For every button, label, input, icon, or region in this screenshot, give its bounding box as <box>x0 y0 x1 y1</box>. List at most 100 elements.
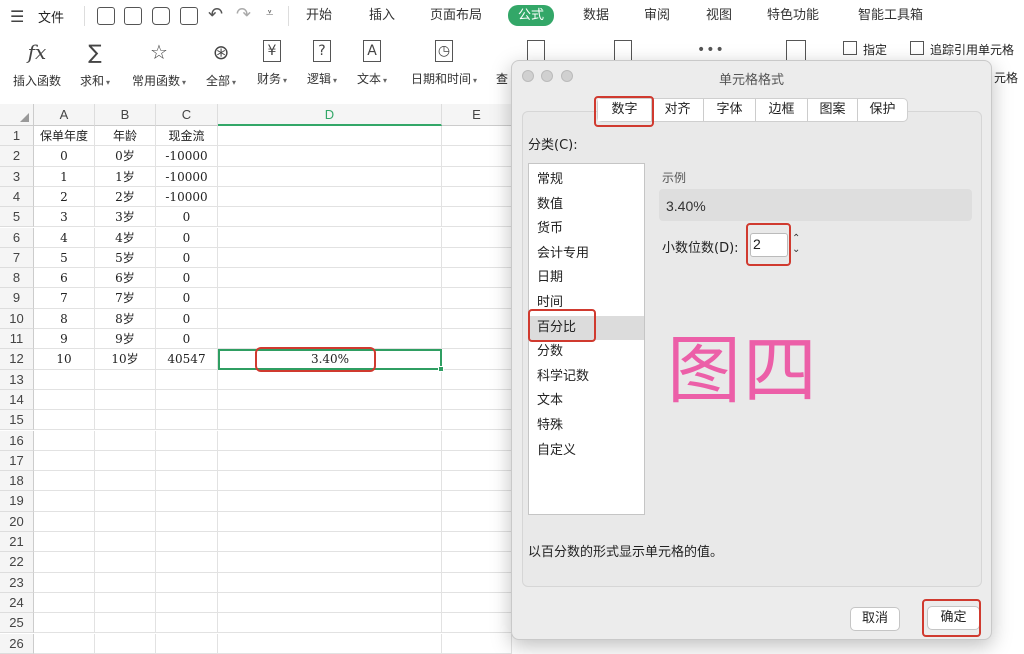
cell-d3[interactable] <box>218 166 442 187</box>
cell-e25[interactable] <box>442 613 512 634</box>
row-header-21[interactable]: 21 <box>0 532 34 553</box>
menu-file[interactable]: 文件 <box>38 7 64 26</box>
cell-a23[interactable] <box>34 572 95 593</box>
name-manager-icon[interactable] <box>786 40 806 62</box>
tab-special-features[interactable]: 特色功能 <box>767 6 819 26</box>
save-icon[interactable] <box>97 7 115 25</box>
category-number[interactable]: 数值 <box>535 193 643 218</box>
category-currency[interactable]: 货币 <box>535 217 643 242</box>
tab-font[interactable]: 字体 <box>704 99 756 121</box>
tab-formulas[interactable]: 公式 <box>508 5 555 26</box>
cell-b22[interactable] <box>95 552 156 573</box>
row-header-19[interactable]: 19 <box>0 491 34 512</box>
cell-a12[interactable]: 10 <box>34 349 95 370</box>
select-all-corner[interactable] <box>0 104 34 126</box>
cell-b4[interactable]: 2岁 <box>95 186 156 208</box>
cell-c26[interactable] <box>156 633 218 654</box>
cell-e16[interactable] <box>442 430 512 451</box>
export-icon[interactable] <box>124 7 142 25</box>
row-header-12[interactable]: 12 <box>0 349 34 370</box>
cell-a26[interactable] <box>34 633 95 654</box>
redo-icon[interactable]: ↷ <box>236 4 251 25</box>
tab-home[interactable]: 开始 <box>306 6 332 26</box>
cell-c14[interactable] <box>156 389 218 411</box>
cell-c12[interactable]: 40547 <box>156 349 218 370</box>
cell-c2[interactable]: -10000 <box>156 146 218 167</box>
cell-e3[interactable] <box>442 166 512 187</box>
cell-b10[interactable]: 8岁 <box>95 308 156 329</box>
cell-b7[interactable]: 5岁 <box>95 247 156 269</box>
cell-a2[interactable]: 0 <box>34 146 95 167</box>
cell-d6[interactable] <box>218 227 442 248</box>
cell-c9[interactable]: 0 <box>156 288 218 309</box>
date-time-button[interactable]: ◷ 日期和时间 ▾ <box>404 40 484 87</box>
cell-a18[interactable] <box>34 471 95 492</box>
cell-e7[interactable] <box>442 247 512 269</box>
print-icon[interactable] <box>152 7 170 25</box>
row-header-7[interactable]: 7 <box>0 247 34 269</box>
cell-d5[interactable] <box>218 207 442 228</box>
cell-a16[interactable] <box>34 430 95 451</box>
cell-e6[interactable] <box>442 227 512 248</box>
cell-d17[interactable] <box>218 450 442 472</box>
cell-b15[interactable] <box>95 410 156 431</box>
cell-a13[interactable] <box>34 369 95 390</box>
cell-a7[interactable]: 5 <box>34 247 95 269</box>
cell-b1[interactable]: 年龄 <box>95 126 156 147</box>
undo-icon[interactable]: ↶ <box>208 4 223 25</box>
cell-d9[interactable] <box>218 288 442 309</box>
cell-d22[interactable] <box>218 552 442 573</box>
cell-a6[interactable]: 4 <box>34 227 95 248</box>
cell-a8[interactable]: 6 <box>34 268 95 289</box>
cell-a1[interactable]: 保单年度 <box>34 126 95 147</box>
row-header-25[interactable]: 25 <box>0 613 34 634</box>
cell-e9[interactable] <box>442 288 512 309</box>
customize-icon[interactable]: ⩡ <box>266 6 273 21</box>
category-text[interactable]: 文本 <box>535 389 643 414</box>
cell-a19[interactable] <box>34 491 95 512</box>
cell-a17[interactable] <box>34 450 95 472</box>
decimal-stepper-icon[interactable]: ⌃ ⌄ <box>792 233 800 255</box>
tab-view[interactable]: 视图 <box>706 6 732 26</box>
cell-c1[interactable]: 现金流 <box>156 126 218 147</box>
cell-c17[interactable] <box>156 450 218 472</box>
cell-c25[interactable] <box>156 613 218 634</box>
cell-c8[interactable]: 0 <box>156 268 218 289</box>
cell-e10[interactable] <box>442 308 512 329</box>
cell-e17[interactable] <box>442 450 512 472</box>
tab-alignment[interactable]: 对齐 <box>652 99 704 121</box>
cell-a3[interactable]: 1 <box>34 166 95 187</box>
cell-e11[interactable] <box>442 329 512 350</box>
cell-c4[interactable]: -10000 <box>156 186 218 208</box>
cell-e4[interactable] <box>442 186 512 208</box>
hamburger-icon[interactable]: ☰ <box>10 7 24 26</box>
cell-b12[interactable]: 10岁 <box>95 349 156 370</box>
cell-e2[interactable] <box>442 146 512 167</box>
row-header-18[interactable]: 18 <box>0 471 34 492</box>
tab-border[interactable]: 边框 <box>756 99 808 121</box>
tab-data[interactable]: 数据 <box>583 6 609 26</box>
row-header-8[interactable]: 8 <box>0 268 34 289</box>
cell-d13[interactable] <box>218 369 442 390</box>
category-date[interactable]: 日期 <box>535 266 643 291</box>
category-special[interactable]: 特殊 <box>535 414 643 439</box>
row-header-26[interactable]: 26 <box>0 633 34 654</box>
cell-d4[interactable] <box>218 186 442 208</box>
cell-a25[interactable] <box>34 613 95 634</box>
cell-a14[interactable] <box>34 389 95 411</box>
row-header-10[interactable]: 10 <box>0 308 34 329</box>
common-functions-button[interactable]: ☆ 常用函数 ▾ <box>124 40 194 89</box>
tab-pattern[interactable]: 图案 <box>808 99 858 121</box>
row-header-14[interactable]: 14 <box>0 389 34 411</box>
cell-a9[interactable]: 7 <box>34 288 95 309</box>
cell-b14[interactable] <box>95 389 156 411</box>
cell-b13[interactable] <box>95 369 156 390</box>
column-header-b[interactable]: B <box>95 104 156 126</box>
cell-d8[interactable] <box>218 268 442 289</box>
cell-b25[interactable] <box>95 613 156 634</box>
cell-c7[interactable]: 0 <box>156 247 218 269</box>
row-header-6[interactable]: 6 <box>0 227 34 248</box>
cell-d1[interactable] <box>218 126 442 147</box>
cell-d16[interactable] <box>218 430 442 451</box>
tab-page-layout[interactable]: 页面布局 <box>430 6 482 26</box>
